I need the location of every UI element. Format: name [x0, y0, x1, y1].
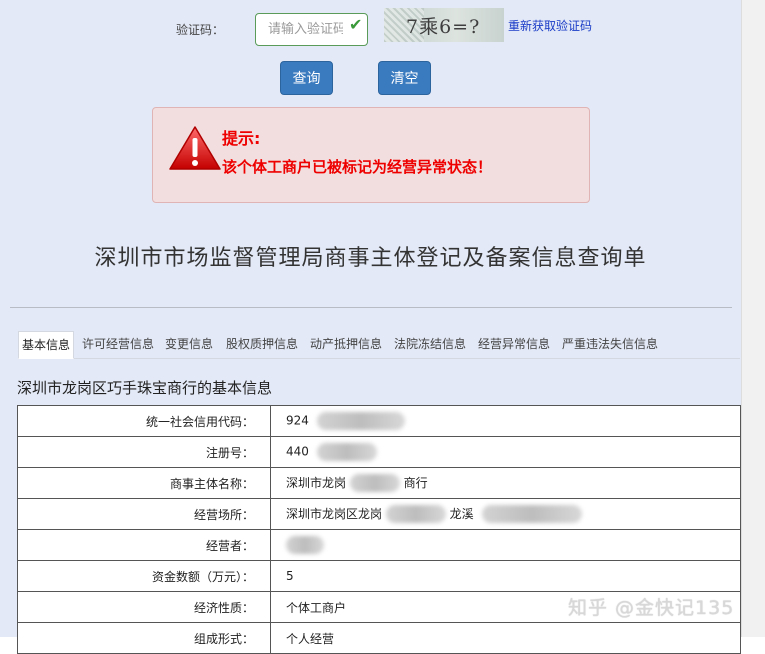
economic-nature-label: 经济性质：: [17, 591, 271, 623]
redaction: [349, 474, 400, 493]
capital-amount-value: 5: [270, 560, 741, 592]
query-button[interactable]: 查询: [280, 61, 333, 95]
captcha-label: 验证码：: [176, 23, 225, 37]
business-address-value-cell: 深圳市龙岗区龙岗 龙溪: [270, 498, 741, 530]
business-address-value: 深圳市龙岗区龙岗: [286, 506, 383, 521]
redaction: [316, 412, 405, 430]
page-title: 深圳市市场监督管理局商事主体登记及备案信息查询单: [94, 246, 647, 271]
registration-number-value-cell: 440: [270, 436, 741, 468]
credit-code-value: 924: [286, 413, 309, 428]
redaction: [481, 505, 582, 524]
table-row: 资金数额（万元）： 5: [17, 560, 741, 592]
vertical-scrollbar[interactable]: [741, 0, 765, 637]
operator-label: 经营者：: [17, 529, 271, 561]
entity-name-value-cell: 深圳市龙岗 商行: [270, 467, 741, 499]
refresh-captcha-link[interactable]: 重新获取验证码: [508, 17, 592, 34]
credit-code-label: 统一社会信用代码：: [17, 405, 271, 437]
business-address-value-suffix: 龙溪: [449, 506, 474, 521]
entity-name-value: 深圳市龙岗: [286, 475, 347, 490]
section-title: 深圳市龙岗区巧手珠宝商行的基本信息: [17, 379, 273, 397]
redaction: [316, 443, 377, 461]
registration-number-value: 440: [286, 444, 309, 459]
alert-title: 提示:: [222, 129, 261, 148]
tab-court-freeze-info[interactable]: 法院冻结信息: [394, 331, 466, 357]
credit-code-value-cell: 924: [270, 405, 741, 437]
captcha-image[interactable]: 7乘6=?: [384, 8, 504, 42]
tab-license-info[interactable]: 许可经营信息: [82, 331, 154, 357]
table-row: 统一社会信用代码： 924: [17, 405, 741, 437]
entity-name-value-suffix: 商行: [403, 475, 428, 490]
watermark: 知乎 @金快记135: [568, 597, 735, 619]
tab-basic-info[interactable]: 基本信息: [18, 331, 75, 359]
tab-chattel-mortgage-info[interactable]: 动产抵押信息: [310, 331, 382, 357]
tab-change-info[interactable]: 变更信息: [165, 331, 213, 357]
capital-amount-label: 资金数额（万元）：: [17, 560, 271, 592]
entity-name-label: 商事主体名称：: [17, 467, 271, 499]
registration-number-label: 注册号：: [17, 436, 271, 468]
tab-abnormal-operation-info[interactable]: 经营异常信息: [478, 331, 550, 357]
clear-button[interactable]: 清空: [378, 61, 431, 95]
captcha-text: 7乘6=?: [406, 16, 481, 38]
tab-equity-pledge-info[interactable]: 股权质押信息: [226, 331, 298, 357]
check-icon: ✔: [349, 15, 363, 34]
composition-form-value: 个人经营: [270, 622, 741, 654]
alert-box: 提示: 该个体工商户已被标记为经营异常状态！: [152, 107, 590, 203]
tab-bar: 基本信息 许可经营信息 变更信息 股权质押信息 动产抵押信息 法院冻结信息 经营…: [18, 331, 740, 359]
table-row: 经营者：: [17, 529, 741, 561]
business-address-label: 经营场所：: [17, 498, 271, 530]
warning-icon: [169, 126, 221, 170]
divider: [10, 307, 732, 308]
alert-message: 该个体工商户已被标记为经营异常状态！: [222, 158, 493, 176]
table-row: 组成形式： 个人经营: [17, 622, 741, 654]
redaction: [385, 505, 446, 524]
table-row: 注册号： 440: [17, 436, 741, 468]
table-row: 经营场所： 深圳市龙岗区龙岗 龙溪: [17, 498, 741, 530]
operator-value-cell: [270, 529, 741, 561]
tab-serious-violation-info[interactable]: 严重违法失信信息: [562, 331, 658, 357]
table-row: 商事主体名称： 深圳市龙岗 商行: [17, 467, 741, 499]
redaction: [286, 536, 324, 554]
composition-form-label: 组成形式：: [17, 622, 271, 654]
